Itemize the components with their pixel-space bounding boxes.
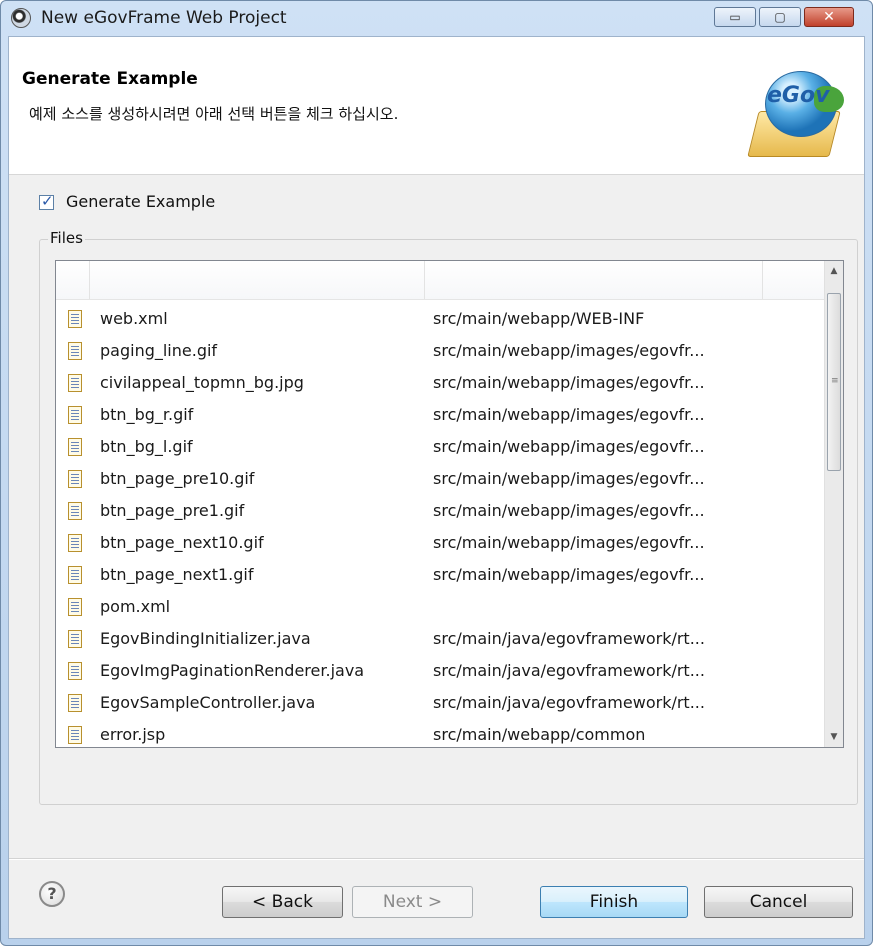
file-name: btn_page_next10.gif — [100, 533, 264, 552]
minimize-button[interactable]: ▭ — [714, 7, 756, 27]
table-row[interactable]: btn_page_pre1.gif src/main/webapp/images/… — [56, 497, 824, 529]
table-rows: web.xml src/main/webapp/WEB-INF paging_li… — [56, 305, 824, 747]
file-path: src/main/java/egovframework/rt... — [433, 661, 705, 680]
help-icon[interactable]: ? — [39, 881, 65, 907]
title-bar[interactable]: New eGovFrame Web Project ▭ ▢ ✕ — [1, 1, 872, 35]
file-path: src/main/webapp/images/egovfr... — [433, 565, 705, 584]
app-icon — [11, 8, 31, 28]
file-path: src/main/webapp/images/egovfr... — [433, 437, 705, 456]
table-row[interactable]: btn_page_next10.gif src/main/webapp/image… — [56, 529, 824, 561]
wizard-banner: Generate Example 예제 소스를 생성하시려면 아래 선택 버튼을… — [9, 37, 864, 175]
file-path: src/main/webapp/common — [433, 725, 646, 744]
file-path: src/main/webapp/images/egovfr... — [433, 469, 705, 488]
close-icon: ✕ — [823, 9, 835, 25]
column-header-name[interactable] — [90, 261, 425, 299]
files-group: Files web.xml src/main/webapp/WEB-INF pag… — [39, 229, 858, 805]
file-path: src/main/webapp/images/egovfr... — [433, 501, 705, 520]
file-name: btn_page_pre1.gif — [100, 501, 245, 520]
file-name: btn_page_next1.gif — [100, 565, 254, 584]
file-icon — [68, 598, 82, 616]
table-row[interactable]: EgovBindingInitializer.java src/main/java… — [56, 625, 824, 657]
table-row[interactable]: civilappeal_topmn_bg.jpg src/main/webapp/… — [56, 369, 824, 401]
file-icon — [68, 502, 82, 520]
vertical-scrollbar[interactable]: ▲ ≡ ▼ — [824, 261, 843, 747]
check-mark-icon: ✓ — [41, 192, 54, 210]
egov-logo: eGov — [747, 71, 853, 159]
back-button[interactable]: < Back — [222, 886, 343, 918]
file-icon — [68, 310, 82, 328]
file-icon — [68, 438, 82, 456]
finish-button[interactable]: Finish — [540, 886, 688, 918]
file-icon — [68, 406, 82, 424]
file-name: paging_line.gif — [100, 341, 218, 360]
file-name: civilappeal_topmn_bg.jpg — [100, 373, 304, 392]
file-name: EgovSampleController.java — [100, 693, 316, 712]
table-row[interactable]: btn_bg_r.gif src/main/webapp/images/egovf… — [56, 401, 824, 433]
table-row[interactable]: btn_page_next1.gif src/main/webapp/images… — [56, 561, 824, 593]
page-title: Generate Example — [22, 69, 198, 89]
file-name: EgovImgPaginationRenderer.java — [100, 661, 365, 680]
window-title: New eGovFrame Web Project — [41, 8, 287, 28]
file-icon — [68, 534, 82, 552]
table-row[interactable]: pom.xml — [56, 593, 824, 625]
next-button[interactable]: Next > — [352, 886, 473, 918]
file-name: web.xml — [100, 309, 168, 328]
close-button[interactable]: ✕ — [804, 7, 854, 27]
file-icon — [68, 662, 82, 680]
table-row[interactable]: btn_bg_l.gif src/main/webapp/images/egovf… — [56, 433, 824, 465]
file-path: src/main/java/egovframework/rt... — [433, 693, 705, 712]
file-icon — [68, 726, 82, 744]
scroll-up-arrow-icon[interactable]: ▲ — [825, 261, 843, 281]
file-icon — [68, 342, 82, 360]
file-name: btn_bg_r.gif — [100, 405, 194, 424]
table-row[interactable]: web.xml src/main/webapp/WEB-INF — [56, 305, 824, 337]
files-group-label: Files — [48, 229, 85, 247]
table-row[interactable]: EgovSampleController.java src/main/java/e… — [56, 689, 824, 721]
column-header-path[interactable] — [425, 261, 763, 299]
file-path: src/main/java/egovframework/rt... — [433, 629, 705, 648]
file-name: btn_bg_l.gif — [100, 437, 193, 456]
dialog-body: Generate Example 예제 소스를 생성하시려면 아래 선택 버튼을… — [8, 36, 865, 939]
logo-text: eGov — [767, 83, 830, 108]
file-icon — [68, 470, 82, 488]
table-header — [56, 261, 824, 300]
table-row[interactable]: error.jsp src/main/webapp/common — [56, 721, 824, 747]
table-row[interactable]: btn_page_pre10.gif src/main/webapp/images… — [56, 465, 824, 497]
file-name: btn_page_pre10.gif — [100, 469, 255, 488]
grip-icon: ≡ — [831, 376, 839, 386]
file-name: EgovBindingInitializer.java — [100, 629, 311, 648]
cancel-button[interactable]: Cancel — [704, 886, 853, 918]
file-path: src/main/webapp/WEB-INF — [433, 309, 645, 328]
generate-example-label[interactable]: Generate Example — [66, 192, 215, 211]
column-header-icon[interactable] — [56, 261, 90, 299]
footer-divider — [9, 858, 864, 860]
maximize-button[interactable]: ▢ — [759, 7, 801, 27]
file-path: src/main/webapp/images/egovfr... — [433, 533, 705, 552]
minimize-icon: ▭ — [729, 10, 741, 24]
maximize-icon: ▢ — [774, 10, 786, 24]
file-path: src/main/webapp/images/egovfr... — [433, 373, 705, 392]
scroll-down-arrow-icon[interactable]: ▼ — [825, 727, 843, 747]
table-row[interactable]: EgovImgPaginationRenderer.java src/main/j… — [56, 657, 824, 689]
file-path: src/main/webapp/images/egovfr... — [433, 405, 705, 424]
generate-example-checkbox[interactable]: ✓ — [39, 192, 54, 210]
files-table[interactable]: web.xml src/main/webapp/WEB-INF paging_li… — [55, 260, 844, 748]
scrollbar-thumb[interactable]: ≡ — [827, 293, 841, 471]
file-icon — [68, 566, 82, 584]
file-name: pom.xml — [100, 597, 171, 616]
dialog-window: New eGovFrame Web Project ▭ ▢ ✕ Generate… — [0, 0, 873, 946]
file-path: src/main/webapp/images/egovfr... — [433, 341, 705, 360]
file-name: error.jsp — [100, 725, 166, 744]
file-icon — [68, 374, 82, 392]
file-icon — [68, 630, 82, 648]
file-icon — [68, 694, 82, 712]
table-row[interactable]: paging_line.gif src/main/webapp/images/eg… — [56, 337, 824, 369]
page-description: 예제 소스를 생성하시려면 아래 선택 버튼을 체크 하십시오. — [29, 105, 399, 123]
